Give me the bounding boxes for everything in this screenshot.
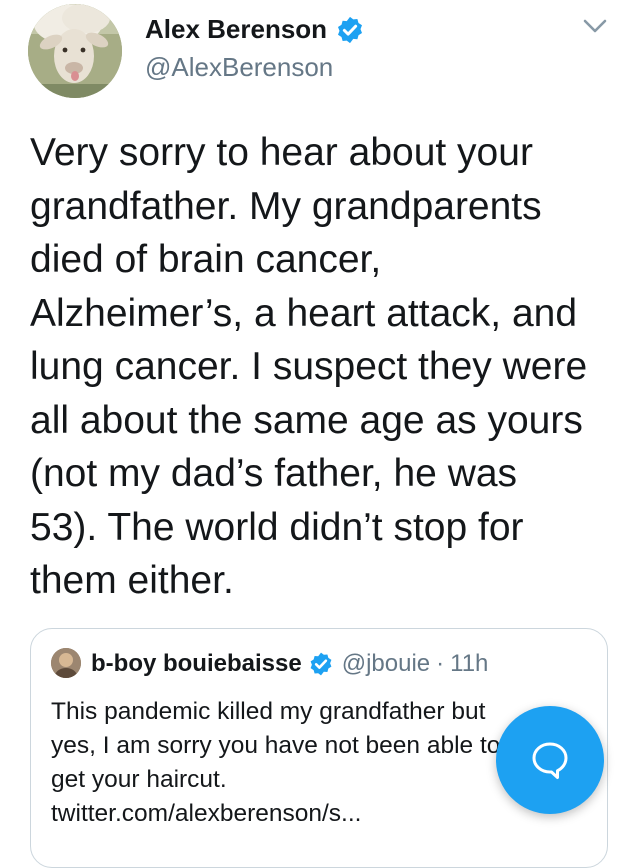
quoted-author-name: b-boy bouiebaisse [91,650,302,677]
quoted-author-handle: @jbouie [341,650,431,677]
quoted-tweet-time: 11h [450,650,489,677]
sheep-avatar-icon [28,4,122,98]
author-avatar[interactable] [28,4,122,98]
quoted-author-avatar [51,648,81,678]
author-name-row[interactable]: Alex Berenson [145,14,365,45]
tweet-text: Very sorry to hear about your grandfathe… [30,131,588,602]
quoted-tweet-header: b-boy bouiebaisse @jbouie · 11h [91,650,488,678]
separator-dot: · [436,650,445,677]
avatar-photo-icon [51,648,81,678]
author-handle[interactable]: @AlexBerenson [145,52,333,83]
compose-reply-button[interactable] [496,706,604,814]
chevron-down-icon[interactable] [582,16,608,36]
verified-badge-icon [338,16,363,43]
author-name[interactable]: Alex Berenson [145,14,327,45]
verified-badge-icon [310,652,332,676]
reply-bubble-icon [532,742,568,779]
